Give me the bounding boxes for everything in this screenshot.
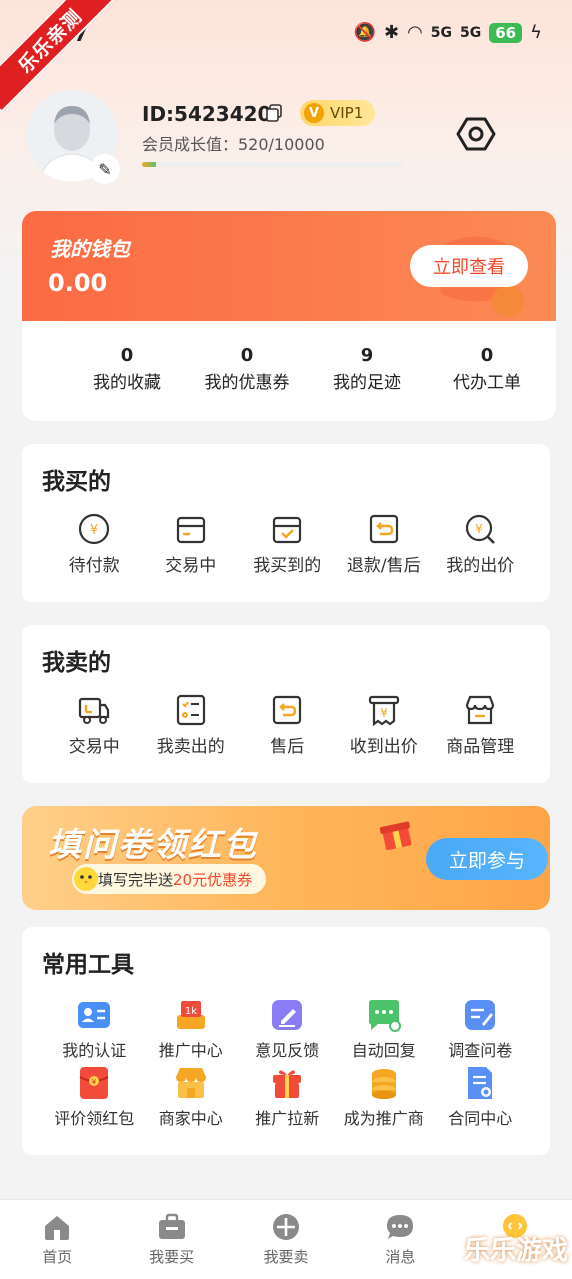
promo-icon: 1k: [176, 1001, 205, 1029]
tool-survey[interactable]: 调查问卷: [432, 997, 529, 1061]
coins-icon: [371, 1069, 396, 1099]
svg-text:1k: 1k: [185, 1006, 197, 1017]
buy-purchased[interactable]: 我买到的: [239, 512, 336, 576]
box-check-icon: [273, 516, 302, 544]
growth-progress-fill: [142, 162, 156, 167]
tool-become-promoter[interactable]: 成为推广商: [336, 1065, 433, 1129]
return-icon: [273, 695, 302, 725]
vip-label: VIP1: [330, 104, 364, 122]
sell-after-sales[interactable]: 售后: [239, 693, 336, 757]
banner-title: 填问卷领红包: [48, 825, 258, 864]
tool-contract-center[interactable]: 合同中心: [432, 1065, 529, 1129]
sell-section: 我卖的 交易中 我卖出的 售后 ¥ 收到出价 商品管理: [22, 625, 550, 783]
red-packet-icon: ¥: [79, 1067, 109, 1099]
sell-product-management[interactable]: 商品管理: [432, 693, 529, 757]
nav-buy[interactable]: 我要买: [114, 1200, 228, 1279]
mute-icon: 🔕: [353, 22, 376, 43]
tools-section: 常用工具 我的认证 1k 推广中心 意见反馈 自动回复 调查问卷 ¥ 评价领红包: [22, 927, 550, 1155]
sell-sold[interactable]: 我卖出的: [143, 693, 240, 757]
sell-received-bids[interactable]: ¥ 收到出价: [336, 693, 433, 757]
wifi-icon: ◠: [407, 22, 423, 43]
sell-plus-icon: [272, 1214, 299, 1240]
buy-section-title: 我买的: [42, 469, 111, 495]
chick-icon: [74, 867, 98, 891]
nav-home[interactable]: 首页: [0, 1200, 114, 1279]
bluetooth-icon: ✱: [383, 22, 400, 43]
watermark: 乐乐游戏: [463, 1236, 568, 1266]
signal-icon: 5G: [460, 24, 482, 41]
charging-icon: ϟ: [530, 22, 542, 43]
wallet-stats: 0 我的收藏 0 我的优惠券 9 我的足迹 0 代办工单: [22, 345, 556, 393]
buy-icon-row: ¥ 待付款 交易中 我买到的 退款/售后 ¥ 我的出价: [46, 512, 529, 576]
wallet-title: 我的钱包: [50, 237, 130, 261]
tool-auto-reply[interactable]: 自动回复: [336, 997, 433, 1061]
svg-text:¥: ¥: [90, 523, 98, 538]
tool-merchant-center[interactable]: 商家中心: [143, 1065, 240, 1129]
svg-text:¥: ¥: [475, 522, 483, 536]
vip-icon: V: [304, 103, 324, 123]
feedback-icon: [272, 1000, 303, 1030]
sell-in-trade[interactable]: 交易中: [46, 693, 143, 757]
battery-icon: 66: [489, 22, 523, 43]
tool-referral[interactable]: 推广拉新: [239, 1065, 336, 1129]
sell-icon-row: 交易中 我卖出的 售后 ¥ 收到出价 商品管理: [46, 693, 529, 757]
banner-join-button[interactable]: 立即参与: [426, 838, 548, 880]
edit-avatar-button[interactable]: ✎: [90, 154, 120, 184]
wallet-header: 我的钱包 0.00 立即查看: [22, 211, 556, 321]
survey-icon: [465, 1000, 496, 1030]
wallet-view-button[interactable]: 立即查看: [410, 245, 528, 287]
settings-icon[interactable]: [456, 114, 496, 154]
message-icon: [387, 1215, 414, 1239]
stat-favorites[interactable]: 0 我的收藏: [67, 345, 187, 393]
buy-in-trade[interactable]: 交易中: [143, 512, 240, 576]
wallet-card: 我的钱包 0.00 立即查看 0 我的收藏 0 我的优惠券 9 我的足迹 0 代…: [22, 211, 556, 421]
contract-icon: [468, 1067, 493, 1099]
pencil-icon: ✎: [98, 159, 112, 179]
copy-icon[interactable]: [265, 104, 283, 122]
home-icon: [45, 1216, 70, 1240]
wallet-amount: 0.00: [48, 269, 108, 297]
signal-icon: 5G: [430, 24, 453, 41]
buy-my-bids[interactable]: ¥ 我的出价: [432, 512, 529, 576]
tools-row-1: 我的认证 1k 推广中心 意见反馈 自动回复 调查问卷: [46, 997, 529, 1061]
return-icon: [369, 514, 398, 544]
buy-refund[interactable]: 退款/售后: [336, 512, 433, 576]
yuan-circle-icon: ¥: [79, 513, 110, 545]
survey-banner[interactable]: 填问卷领红包 填写完毕送 20元优惠券 立即参与: [22, 806, 550, 910]
stat-work-orders[interactable]: 0 代办工单: [427, 345, 547, 393]
nav-messages[interactable]: 消息: [343, 1200, 457, 1279]
id-card-icon: [78, 1002, 111, 1028]
stat-footprints[interactable]: 9 我的足迹: [307, 345, 427, 393]
briefcase-icon: [158, 1213, 185, 1239]
merchant-icon: [175, 1068, 206, 1098]
buy-section: 我买的 ¥ 待付款 交易中 我买到的 退款/售后 ¥ 我的出价: [22, 444, 550, 602]
tool-my-certification[interactable]: 我的认证: [46, 997, 143, 1061]
nav-sell[interactable]: 我要卖: [229, 1200, 343, 1279]
growth-progress-bar: [142, 162, 402, 167]
gift-icon: [379, 821, 412, 851]
tools-section-title: 常用工具: [42, 952, 134, 978]
auto-reply-icon: [368, 1000, 401, 1032]
svg-text:¥: ¥: [92, 1078, 97, 1086]
status-icons: 🔕 ✱ ◠ 5G 5G 66 ϟ: [354, 22, 542, 43]
stat-coupons[interactable]: 0 我的优惠券: [187, 345, 307, 393]
checklist-icon: [176, 694, 205, 726]
svg-text:¥: ¥: [380, 706, 388, 720]
tools-row-2: ¥ 评价领红包 商家中心 推广拉新 成为推广商 合同中心: [46, 1065, 529, 1129]
gift-box-icon: [273, 1070, 302, 1098]
tool-promotion-center[interactable]: 1k 推广中心: [143, 997, 240, 1061]
vip-badge[interactable]: V VIP1: [300, 100, 376, 126]
sell-section-title: 我卖的: [42, 650, 111, 676]
store-icon: [466, 695, 495, 725]
truck-icon: [79, 697, 110, 724]
tool-review-red-packet[interactable]: ¥ 评价领红包: [46, 1065, 143, 1129]
user-id: ID:5423420: [142, 102, 272, 126]
bid-search-icon: ¥: [466, 514, 496, 544]
growth-value: 会员成长值：520/10000: [142, 135, 325, 154]
buy-pending-payment[interactable]: ¥ 待付款: [46, 512, 143, 576]
tool-feedback[interactable]: 意见反馈: [239, 997, 336, 1061]
box-icon: [176, 516, 205, 544]
receipt-icon: ¥: [368, 695, 399, 727]
